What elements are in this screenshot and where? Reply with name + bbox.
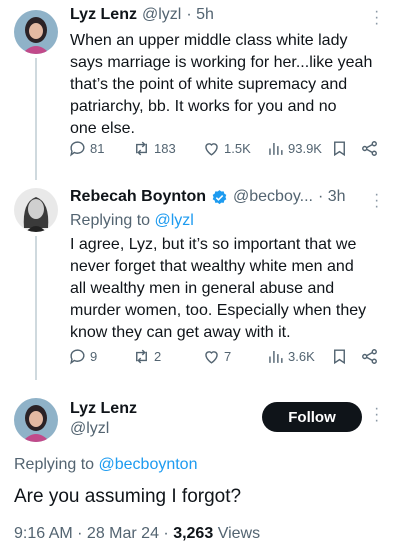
reply-button[interactable]: 81	[68, 139, 104, 158]
views-button[interactable]: 93.9K	[266, 139, 322, 158]
verified-badge-icon	[212, 189, 227, 204]
tweet-text: I agree, Lyz, but it’s so important that…	[70, 236, 367, 341]
replying-to: Replying to @becboynton	[14, 456, 198, 473]
author-block: Lyz Lenz @lyzl	[70, 400, 137, 438]
replying-to-link[interactable]: @lyzl	[155, 212, 194, 229]
author-handle[interactable]: @lyzl	[70, 420, 137, 438]
tweet-2[interactable]: Rebecah Boynton @becboy... · 3h · · · Repl…	[0, 180, 400, 380]
tweet-1[interactable]: Lyz Lenz @lyzl · 5h · · · When an upper mi…	[0, 0, 400, 180]
replying-to-link[interactable]: @becboynton	[99, 456, 198, 473]
views-count: 93.9K	[288, 140, 322, 156]
bookmark-button[interactable]	[330, 347, 349, 366]
author-handle[interactable]: @lyzl	[142, 6, 181, 24]
thread-line	[35, 58, 37, 180]
tweet-text: Are you assuming I forgot?	[14, 486, 242, 507]
avatar[interactable]	[14, 10, 58, 54]
avatar[interactable]	[14, 398, 58, 442]
avatar[interactable]	[14, 188, 58, 232]
reply-button[interactable]: 9	[68, 347, 97, 366]
views-label: Views	[217, 525, 261, 542]
heart-icon	[205, 350, 218, 364]
like-button[interactable]: 1.5K	[202, 139, 251, 158]
tweet-header: Lyz Lenz @lyzl · 5h	[70, 6, 214, 24]
author-name[interactable]: Rebecah Boynton	[70, 188, 206, 206]
retweet-icon	[136, 349, 147, 363]
like-button[interactable]: 7	[202, 347, 231, 366]
tweet-header: Rebecah Boynton @becboy... · 3h	[70, 188, 346, 206]
share-icon	[362, 140, 377, 156]
main-tweet: Lyz Lenz @lyzl Follow · · · Replying to @b…	[0, 390, 400, 551]
tweet-time[interactable]: · 3h	[318, 188, 346, 206]
more-options-icon[interactable]: · · ·	[374, 4, 379, 32]
reply-icon	[70, 348, 85, 365]
like-count: 1.5K	[224, 140, 251, 156]
author-name[interactable]: Lyz Lenz	[70, 6, 137, 24]
replying-to: Replying to @lyzl	[70, 212, 194, 229]
share-button[interactable]	[360, 139, 379, 158]
more-options-icon[interactable]: · · ·	[374, 187, 379, 215]
retweet-count: 183	[154, 140, 176, 156]
retweet-icon	[136, 141, 147, 155]
tweet-time[interactable]: · 5h	[186, 6, 214, 24]
views-icon	[269, 142, 283, 155]
tweet-meta: 9:16 AM · 28 Mar 24 · 3,263 Views	[14, 525, 260, 543]
bookmark-icon	[334, 140, 345, 156]
share-icon	[362, 348, 377, 364]
bookmark-icon	[334, 348, 345, 364]
heart-icon	[205, 142, 218, 156]
reply-icon	[70, 140, 85, 157]
share-button[interactable]	[360, 347, 379, 366]
thread-line	[35, 236, 37, 380]
retweet-count: 2	[154, 348, 162, 364]
follow-button[interactable]: Follow	[262, 402, 362, 432]
reply-count: 81	[90, 140, 105, 156]
timestamp[interactable]: 9:16 AM · 28 Mar 24 ·	[14, 525, 169, 542]
views-icon	[269, 350, 283, 363]
retweet-button[interactable]: 183	[132, 139, 176, 158]
bookmark-button[interactable]	[330, 139, 349, 158]
retweet-button[interactable]: 2	[132, 347, 161, 366]
author-name[interactable]: Lyz Lenz	[70, 400, 137, 418]
author-handle[interactable]: @becboy...	[233, 188, 313, 206]
views-count: 3.6K	[288, 348, 315, 364]
tweet-text: When an upper middle class white lady sa…	[70, 32, 373, 137]
views-count: 3,263	[173, 525, 214, 542]
reply-count: 9	[90, 348, 98, 364]
more-options-icon[interactable]: · · ·	[374, 401, 379, 429]
like-count: 7	[224, 348, 232, 364]
views-button[interactable]: 3.6K	[266, 347, 315, 366]
